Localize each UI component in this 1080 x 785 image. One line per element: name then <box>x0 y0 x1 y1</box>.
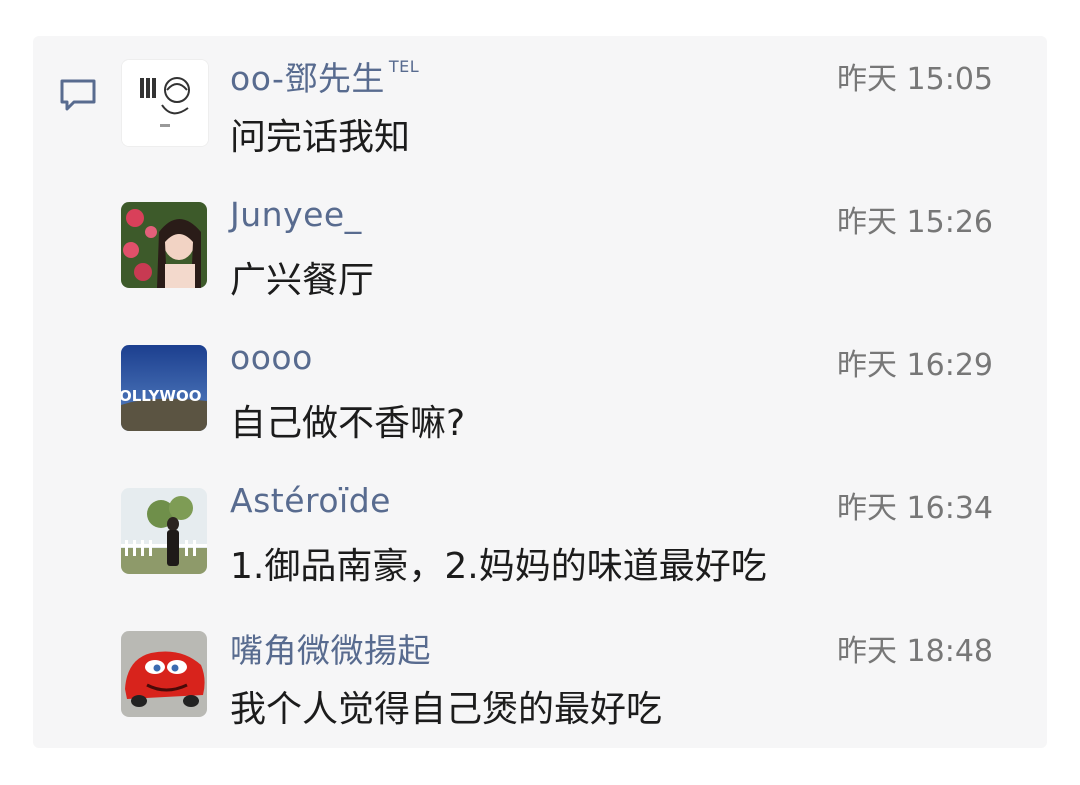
rose-portrait-avatar[interactable] <box>121 202 207 288</box>
comment-time: 昨天 15:26 <box>837 205 993 240</box>
comment-text: 问完话我知 <box>230 117 411 158</box>
comment-item[interactable]: oo-鄧先生 TEL 昨天 15:05 问完话我知 <box>0 36 1080 179</box>
comment-item[interactable]: Junyee_ 昨天 15:26 广兴餐厅 <box>0 179 1080 322</box>
hollywood-sign-avatar[interactable]: OLLYWOO <box>121 345 207 431</box>
comment-author[interactable]: 嘴角微微揚起 <box>230 624 431 672</box>
comment-author[interactable]: Astéroïde <box>230 481 391 520</box>
comment-author[interactable]: oooo <box>230 338 313 377</box>
red-car-avatar[interactable] <box>121 631 207 717</box>
comment-time: 昨天 15:05 <box>837 62 993 97</box>
comment-item[interactable]: Astéroïde 昨天 16:34 1.御品南豪，2.妈妈的味道最好吃 <box>0 465 1080 608</box>
comment-time: 昨天 16:34 <box>837 491 993 526</box>
outdoor-photo-avatar[interactable] <box>121 488 207 574</box>
comment-text: 1.御品南豪，2.妈妈的味道最好吃 <box>230 546 767 587</box>
comment-author[interactable]: Junyee_ <box>230 195 362 234</box>
sticker-avatar[interactable] <box>121 59 209 147</box>
comment-time: 昨天 18:48 <box>837 634 993 669</box>
tel-badge: TEL <box>388 57 420 76</box>
comment-text: 我个人觉得自己煲的最好吃 <box>230 689 663 730</box>
comment-text: 自己做不香嘛? <box>230 403 466 444</box>
comment-time: 昨天 16:29 <box>837 348 993 383</box>
comment-item[interactable]: OLLYWOO oooo 昨天 16:29 自己做不香嘛? <box>0 322 1080 465</box>
hollywood-sign-text: OLLYWOO <box>121 387 201 405</box>
comment-text: 广兴餐厅 <box>230 260 375 301</box>
comment-author[interactable]: oo-鄧先生 TEL <box>230 52 419 100</box>
comment-item[interactable]: 嘴角微微揚起 昨天 18:48 我个人觉得自己煲的最好吃 <box>0 608 1080 751</box>
